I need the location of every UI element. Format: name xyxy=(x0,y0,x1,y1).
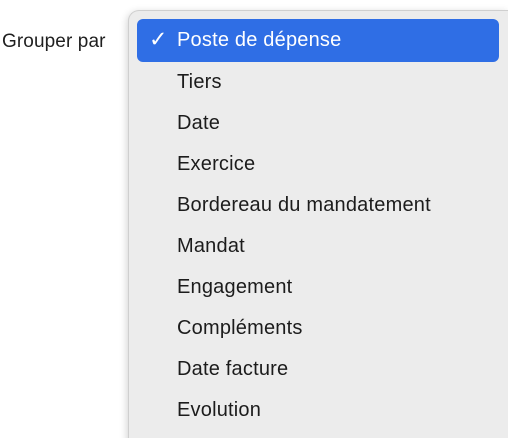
menu-item-label: Bordereau du mandatement xyxy=(177,194,431,216)
menu-item-label: Engagement xyxy=(177,276,293,298)
menu-item-date-facture[interactable]: Date facture xyxy=(137,349,508,390)
menu-item-label: Evolution xyxy=(177,399,262,421)
group-by-dropdown-menu: ✓ Poste de dépense Tiers Date Exercice B… xyxy=(128,10,508,438)
menu-item-label: Mandat xyxy=(177,235,245,257)
menu-item-label: Date xyxy=(177,112,221,134)
menu-list: ✓ Poste de dépense Tiers Date Exercice B… xyxy=(137,19,508,431)
menu-item-mandat[interactable]: Mandat xyxy=(137,226,508,267)
menu-item-evolution[interactable]: Evolution xyxy=(137,390,508,431)
menu-item-poste-de-depense[interactable]: ✓ Poste de dépense xyxy=(137,19,499,62)
group-by-label: Grouper par xyxy=(2,31,106,52)
menu-item-label: Compléments xyxy=(177,317,303,339)
menu-item-label: Exercice xyxy=(177,153,256,175)
menu-item-label: Poste de dépense xyxy=(177,29,342,51)
screen: Grouper par ✓ Poste de dépense Tiers Dat… xyxy=(0,0,508,438)
menu-item-bordereau-du-mandatement[interactable]: Bordereau du mandatement xyxy=(137,185,508,226)
menu-item-exercice[interactable]: Exercice xyxy=(137,144,508,185)
menu-item-label: Tiers xyxy=(177,71,222,93)
menu-item-engagement[interactable]: Engagement xyxy=(137,267,508,308)
menu-item-complements[interactable]: Compléments xyxy=(137,308,508,349)
menu-item-tiers[interactable]: Tiers xyxy=(137,62,508,103)
menu-item-date[interactable]: Date xyxy=(137,103,508,144)
checkmark-icon: ✓ xyxy=(149,27,168,53)
menu-item-label: Date facture xyxy=(177,358,289,380)
